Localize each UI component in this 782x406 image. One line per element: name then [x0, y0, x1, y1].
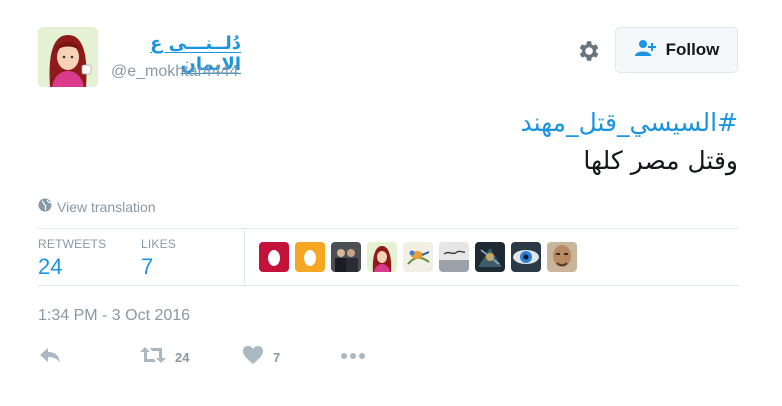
retweets-label: RETWEETS — [38, 237, 107, 251]
view-translation-link[interactable]: View translation — [38, 198, 156, 215]
globe-icon — [38, 198, 52, 215]
profile-avatar[interactable] — [38, 27, 98, 87]
retweets-stat[interactable]: RETWEETS 24 — [38, 237, 106, 280]
gear-icon[interactable] — [575, 38, 601, 64]
retweets-count: 24 — [38, 254, 63, 279]
liker-avatars — [259, 242, 577, 272]
liker-avatar[interactable] — [475, 242, 505, 272]
tweet-stats: RETWEETS 24 LIKES 7 — [38, 228, 739, 286]
likes-count: 7 — [141, 254, 154, 279]
like-count: 7 — [273, 350, 281, 365]
more-icon — [340, 345, 366, 370]
likes-label: LIKES — [141, 237, 177, 251]
username[interactable]: @e_mokhtar4444 — [111, 63, 238, 81]
liker-avatar[interactable] — [259, 242, 289, 272]
retweet-button[interactable]: 24 — [140, 345, 189, 370]
reply-button[interactable] — [38, 345, 62, 370]
liker-avatar[interactable] — [367, 242, 397, 272]
like-button[interactable]: 7 — [242, 345, 280, 370]
retweet-icon — [140, 345, 166, 370]
hashtag-link[interactable]: #السيسي_قتل_مهند — [98, 104, 738, 142]
reply-icon — [38, 345, 62, 370]
liker-avatar[interactable] — [511, 242, 541, 272]
retweet-count: 24 — [175, 350, 190, 365]
tweet-text: #السيسي_قتل_مهند وقتل مصر كلها — [98, 104, 738, 180]
more-button[interactable] — [340, 345, 366, 370]
follow-label: Follow — [665, 40, 720, 59]
liker-avatar[interactable] — [331, 242, 361, 272]
liker-avatar[interactable] — [439, 242, 469, 272]
follow-button[interactable]: Follow — [615, 27, 738, 73]
tweet-text-line: وقتل مصر كلها — [583, 146, 738, 175]
liker-avatar[interactable] — [295, 242, 325, 272]
add-user-icon — [634, 39, 658, 62]
likes-stat[interactable]: LIKES 7 — [141, 237, 176, 280]
view-translation-label: View translation — [57, 198, 156, 215]
heart-icon — [242, 345, 264, 370]
stats-divider — [244, 229, 245, 285]
tweet-timestamp[interactable]: 1:34 PM - 3 Oct 2016 — [38, 307, 190, 325]
liker-avatar[interactable] — [547, 242, 577, 272]
liker-avatar[interactable] — [403, 242, 433, 272]
